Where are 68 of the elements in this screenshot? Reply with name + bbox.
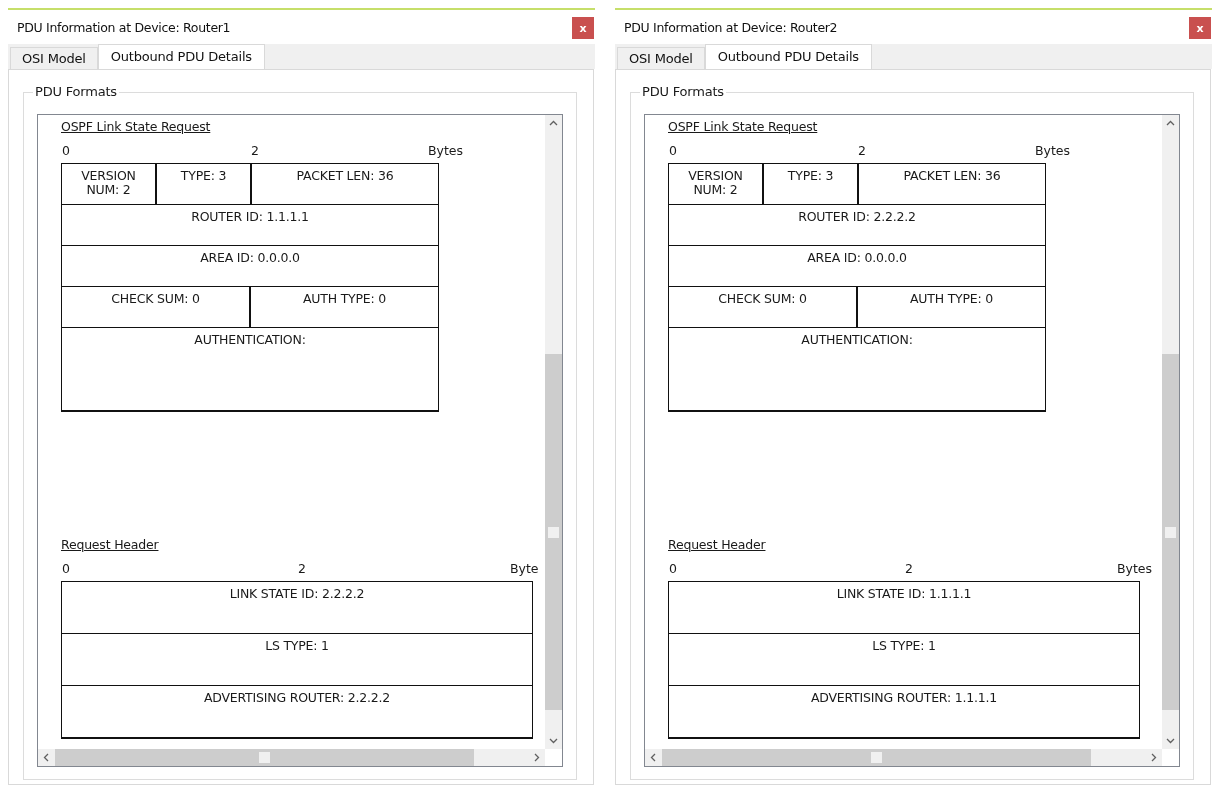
vertical-scrollbar[interactable] bbox=[1162, 115, 1179, 749]
close-button[interactable]: x bbox=[572, 17, 594, 39]
scroll-up-icon[interactable] bbox=[1166, 119, 1175, 128]
header-field: ADVERTISING ROUTER: 2.2.2.2 bbox=[62, 686, 532, 737]
grip-icon bbox=[871, 752, 882, 763]
group-label: PDU Formats bbox=[640, 84, 726, 99]
section-title[interactable]: Request Header bbox=[61, 537, 159, 552]
header-field: CHECK SUM: 0 bbox=[669, 287, 856, 327]
scroll-left-icon[interactable] bbox=[42, 753, 51, 762]
ruler-label: 2 bbox=[905, 561, 913, 576]
grip-icon bbox=[548, 526, 559, 538]
ruler-label: 0 bbox=[669, 143, 677, 158]
header-field: LINK STATE ID: 2.2.2.2 bbox=[62, 582, 532, 633]
scroll-right-icon[interactable] bbox=[1149, 753, 1158, 762]
scroll-right-icon[interactable] bbox=[532, 753, 541, 762]
tab[interactable]: Outbound PDU Details bbox=[704, 44, 872, 69]
scroll-down-icon[interactable] bbox=[1166, 736, 1175, 745]
header-field: CHECK SUM: 0 bbox=[62, 287, 249, 327]
ruler-label: 2 bbox=[858, 143, 866, 158]
header-field: PACKET LEN: 36 bbox=[250, 164, 438, 204]
header-field: AUTHENTICATION: bbox=[62, 328, 438, 410]
tab[interactable]: OSI Model bbox=[10, 47, 98, 69]
tab[interactable]: Outbound PDU Details bbox=[97, 44, 265, 69]
grip-icon bbox=[1165, 526, 1176, 538]
header-field: AUTH TYPE: 0 bbox=[249, 287, 438, 327]
ruler-label: Byte bbox=[510, 561, 539, 576]
tab[interactable]: OSI Model bbox=[617, 47, 705, 69]
header-field: ADVERTISING ROUTER: 1.1.1.1 bbox=[669, 686, 1139, 737]
scroll-thumb[interactable] bbox=[545, 354, 562, 710]
group-label: PDU Formats bbox=[33, 84, 119, 99]
header-field: AREA ID: 0.0.0.0 bbox=[669, 246, 1045, 286]
ruler-label: 2 bbox=[251, 143, 259, 158]
ruler-label: 0 bbox=[62, 143, 70, 158]
window-title: PDU Information at Device: Router2 bbox=[624, 19, 838, 35]
section-title[interactable]: OSPF Link State Request bbox=[61, 119, 211, 134]
scroll-thumb[interactable] bbox=[55, 749, 474, 766]
vertical-scrollbar[interactable] bbox=[545, 115, 562, 749]
header-field: ROUTER ID: 1.1.1.1 bbox=[62, 205, 438, 245]
horizontal-scrollbar[interactable] bbox=[38, 749, 545, 766]
ruler-label: 0 bbox=[669, 561, 677, 576]
header-field: TYPE: 3 bbox=[155, 164, 250, 204]
header-field: VERSION NUM: 2 bbox=[62, 164, 155, 204]
header-field: AUTHENTICATION: bbox=[669, 328, 1045, 410]
header-field: LS TYPE: 1 bbox=[62, 634, 532, 685]
scroll-thumb[interactable] bbox=[662, 749, 1091, 766]
header-field: TYPE: 3 bbox=[762, 164, 857, 204]
ruler-label: Bytes bbox=[1117, 561, 1153, 576]
header-field: LS TYPE: 1 bbox=[669, 634, 1139, 685]
header-field: AREA ID: 0.0.0.0 bbox=[62, 246, 438, 286]
horizontal-scrollbar[interactable] bbox=[645, 749, 1162, 766]
section-title[interactable]: OSPF Link State Request bbox=[668, 119, 818, 134]
section-title[interactable]: Request Header bbox=[668, 537, 766, 552]
ruler-label: 0 bbox=[62, 561, 70, 576]
grip-icon bbox=[259, 752, 270, 763]
header-field: VERSION NUM: 2 bbox=[669, 164, 762, 204]
header-field: AUTH TYPE: 0 bbox=[856, 287, 1045, 327]
header-field: ROUTER ID: 2.2.2.2 bbox=[669, 205, 1045, 245]
ruler-label: 2 bbox=[298, 561, 306, 576]
scroll-down-icon[interactable] bbox=[549, 736, 558, 745]
window-title: PDU Information at Device: Router1 bbox=[17, 19, 231, 35]
scroll-up-icon[interactable] bbox=[549, 119, 558, 128]
header-field: LINK STATE ID: 1.1.1.1 bbox=[669, 582, 1139, 633]
ruler-label: Bytes bbox=[428, 143, 464, 158]
scroll-thumb[interactable] bbox=[1162, 354, 1179, 710]
scroll-left-icon[interactable] bbox=[649, 753, 658, 762]
ruler-label: Bytes bbox=[1035, 143, 1071, 158]
header-field: PACKET LEN: 36 bbox=[857, 164, 1045, 204]
close-button[interactable]: x bbox=[1189, 17, 1211, 39]
